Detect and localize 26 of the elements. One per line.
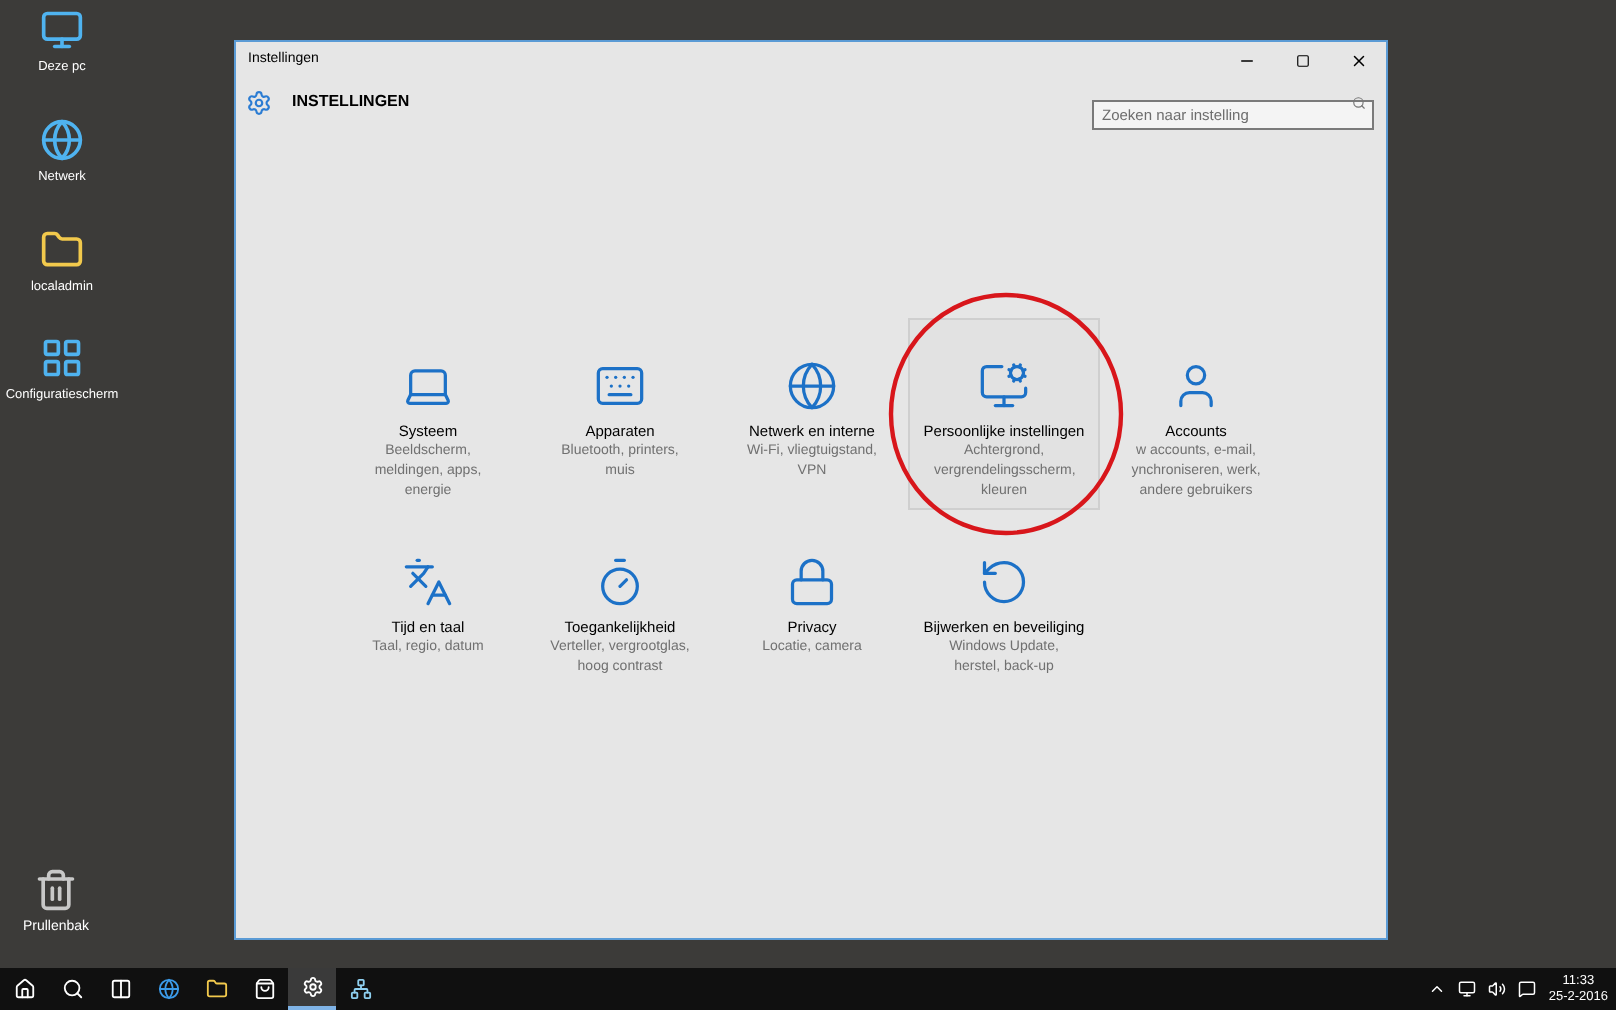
settings-icon	[301, 976, 323, 998]
folder-icon	[205, 978, 227, 1000]
taskbar-button[interactable]	[288, 968, 336, 1010]
settings-icon	[246, 89, 272, 115]
trash-icon[interactable]	[34, 868, 78, 912]
chevron-up-icon[interactable]	[1428, 980, 1447, 998]
globe-icon[interactable]	[40, 117, 84, 162]
globe-icon	[786, 360, 838, 412]
app-icon	[349, 978, 371, 1000]
control-panel-icon[interactable]	[40, 336, 84, 381]
page-header: INSTELLINGEN	[292, 90, 410, 114]
task-view-icon	[109, 978, 131, 1000]
bag-icon	[253, 978, 275, 1000]
search-icon	[1352, 95, 1366, 109]
folder-icon[interactable]	[40, 227, 84, 271]
lock-icon	[786, 556, 838, 608]
monitor-icon	[978, 360, 1030, 412]
search-icon	[61, 978, 83, 1000]
language-icon	[402, 556, 454, 608]
volume-icon[interactable]	[1488, 980, 1507, 998]
monitor-icon[interactable]	[40, 8, 84, 52]
maximize-icon	[1295, 54, 1309, 68]
browser-icon	[157, 978, 179, 1000]
refresh-icon	[978, 556, 1030, 608]
close-icon	[1349, 52, 1367, 70]
notification-icon[interactable]	[1518, 980, 1537, 998]
